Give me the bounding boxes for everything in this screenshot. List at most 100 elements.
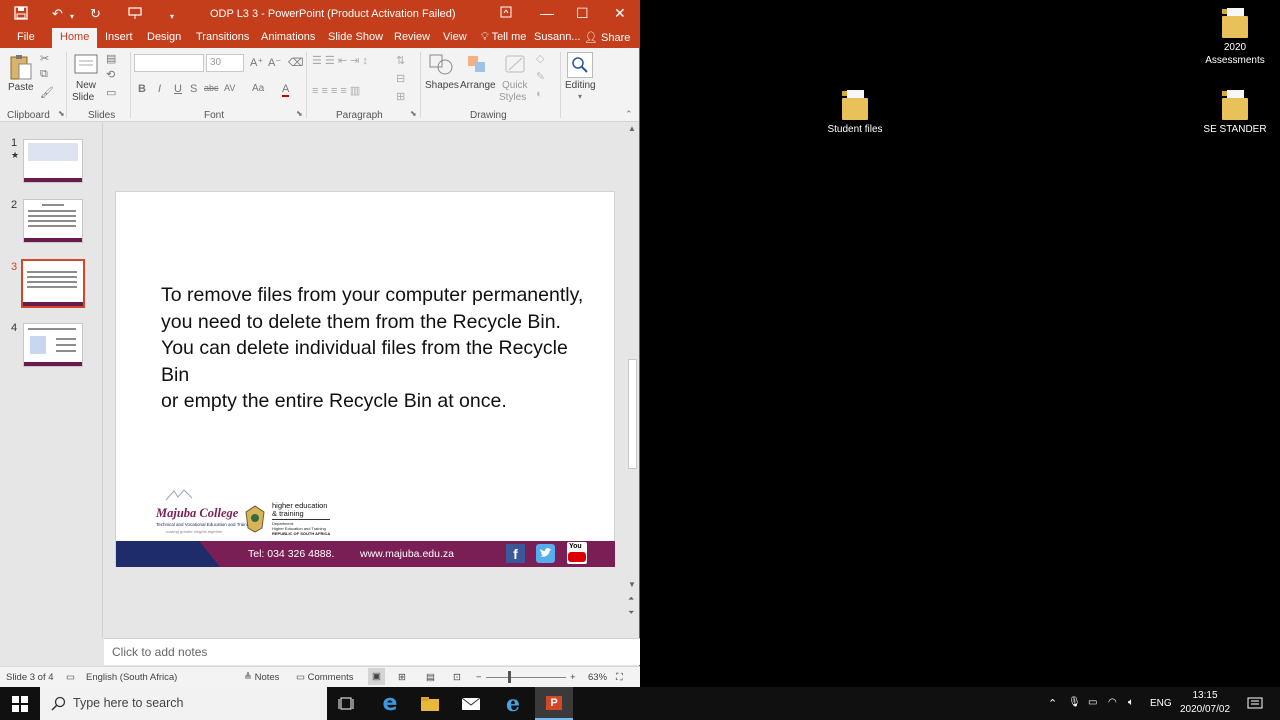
- start-button[interactable]: [0, 687, 40, 720]
- shape-outline-icon[interactable]: ✎: [536, 70, 545, 83]
- paste-icon[interactable]: [8, 54, 34, 80]
- tab-slide-show[interactable]: Slide Show: [328, 31, 383, 43]
- font-name-input[interactable]: [134, 54, 204, 72]
- clipboard-launcher-icon[interactable]: ⬊: [58, 109, 65, 118]
- tab-transitions[interactable]: Transitions: [196, 31, 249, 43]
- shadow-button[interactable]: S: [190, 83, 197, 95]
- notes-pane[interactable]: Click to add notes: [104, 638, 640, 665]
- clear-format-icon[interactable]: ⌫: [288, 56, 304, 69]
- quick-styles-label-1[interactable]: Quick: [502, 80, 528, 91]
- zoom-slider-thumb[interactable]: [508, 671, 511, 683]
- user-name[interactable]: Susann...: [534, 31, 580, 43]
- presenter-icon[interactable]: [128, 6, 142, 24]
- new-slide-icon[interactable]: [73, 53, 99, 79]
- volume-icon[interactable]: 🔈︎: [1128, 697, 1134, 708]
- reading-view-icon[interactable]: ▤: [426, 672, 435, 683]
- tab-design[interactable]: Design: [147, 31, 181, 43]
- undo-dropdown-icon[interactable]: ▾: [70, 9, 74, 25]
- slideshow-icon[interactable]: ⊡: [453, 672, 461, 683]
- align-icons[interactable]: ≡ ≡ ≡ ≡ ▥: [312, 84, 360, 97]
- align-text-icon[interactable]: ⊟: [396, 72, 405, 85]
- fit-slide-icon[interactable]: ⛶: [616, 672, 623, 683]
- comments-button[interactable]: ▭ Comments: [296, 672, 354, 683]
- previous-slide-icon[interactable]: ⏶: [628, 594, 634, 604]
- font-size-input[interactable]: 30: [206, 54, 244, 72]
- save-icon[interactable]: [14, 6, 28, 24]
- scroll-thumb[interactable]: [628, 359, 637, 469]
- show-hidden-icons[interactable]: ⌃: [1048, 697, 1057, 710]
- tab-file[interactable]: File: [17, 31, 35, 43]
- notes-button[interactable]: ≜ Notes: [244, 672, 279, 683]
- current-slide[interactable]: To remove files from your computer perma…: [115, 191, 615, 567]
- shrink-font-icon[interactable]: A⁻: [268, 56, 281, 69]
- bold-button[interactable]: B: [138, 83, 146, 95]
- grow-font-icon[interactable]: A⁺: [250, 56, 263, 69]
- tab-review[interactable]: Review: [394, 31, 430, 43]
- normal-view-icon[interactable]: ▣: [368, 668, 385, 685]
- share-button[interactable]: 👤︎ Share: [584, 31, 630, 44]
- underline-button[interactable]: U: [174, 83, 182, 95]
- notification-icon[interactable]: [1238, 687, 1272, 720]
- battery-icon[interactable]: ▭: [1088, 697, 1097, 708]
- taskbar-search[interactable]: Type here to search: [40, 687, 327, 720]
- next-slide-icon[interactable]: ⏷: [628, 608, 634, 618]
- new-slide-label-1[interactable]: New: [76, 80, 96, 91]
- zoom-slider-track[interactable]: [486, 677, 566, 678]
- new-slide-label-2[interactable]: Slide: [72, 92, 94, 103]
- close-icon[interactable]: ✕: [614, 5, 626, 22]
- text-direction-icon[interactable]: ⇅: [396, 54, 405, 67]
- italic-button[interactable]: I: [158, 83, 161, 95]
- minimize-icon[interactable]: —: [540, 5, 554, 21]
- editing-icon[interactable]: [567, 52, 593, 78]
- microphone-icon[interactable]: 🎙︎: [1068, 697, 1081, 708]
- format-painter-icon[interactable]: 🖌︎: [40, 86, 54, 99]
- clock[interactable]: 13:15 2020/07/02: [1178, 689, 1232, 717]
- shape-fill-icon[interactable]: ◇: [536, 52, 544, 65]
- slide-sorter-icon[interactable]: ⊞: [398, 672, 406, 683]
- edge-icon[interactable]: e: [373, 687, 407, 720]
- scroll-down-icon[interactable]: ▼: [628, 580, 636, 589]
- section-icon[interactable]: ▭: [106, 86, 116, 99]
- shapes-label[interactable]: Shapes: [425, 80, 459, 91]
- file-explorer-icon[interactable]: [413, 687, 447, 720]
- shapes-icon[interactable]: [428, 53, 454, 79]
- scroll-up-icon[interactable]: ▲: [628, 124, 636, 133]
- collapse-ribbon-icon[interactable]: ⌃: [625, 109, 633, 120]
- wifi-icon[interactable]: ◠: [1108, 697, 1117, 708]
- spacing-button[interactable]: AV: [224, 83, 235, 93]
- strikethrough-button[interactable]: abc: [204, 83, 219, 93]
- tab-animations[interactable]: Animations: [261, 31, 315, 43]
- font-launcher-icon[interactable]: ⬊: [296, 109, 303, 118]
- tab-view[interactable]: View: [443, 31, 467, 43]
- vertical-scrollbar[interactable]: ▲ ▼ ⏶ ⏷: [626, 123, 639, 638]
- customize-toolbar-icon[interactable]: ▾: [170, 9, 174, 25]
- desktop-folder-student-files[interactable]: Student files: [815, 90, 895, 136]
- desktop-folder-se-stander[interactable]: SE STANDER: [1196, 90, 1274, 136]
- language-indicator[interactable]: English (South Africa): [86, 672, 177, 683]
- reset-icon[interactable]: ⟲: [106, 68, 115, 81]
- slide-thumbnail-3[interactable]: [21, 259, 85, 308]
- smartart-icon[interactable]: ⊞: [396, 90, 405, 103]
- font-color-button[interactable]: A: [282, 83, 290, 97]
- cut-icon[interactable]: ✂: [40, 52, 49, 65]
- slide-thumbnail-4[interactable]: [23, 323, 83, 367]
- mail-icon[interactable]: [454, 687, 488, 720]
- maximize-icon[interactable]: ☐: [576, 5, 589, 22]
- undo-icon[interactable]: ↶: [52, 6, 63, 22]
- zoom-level[interactable]: 63%: [588, 672, 607, 683]
- tell-me-box[interactable]: 💡︎ Tell me: [481, 31, 526, 44]
- quick-styles-label-2[interactable]: Styles: [499, 92, 526, 103]
- copy-icon[interactable]: ⧉: [40, 68, 48, 81]
- bullets-icon[interactable]: ☰ ☰ ⇤ ⇥ ↕: [312, 54, 368, 67]
- arrange-icon[interactable]: [465, 53, 491, 79]
- shape-effects-icon[interactable]: ◐: [536, 88, 543, 100]
- slide-thumbnail-1[interactable]: [23, 139, 83, 183]
- tab-home[interactable]: Home: [52, 28, 98, 48]
- layout-icon[interactable]: ▤: [106, 52, 116, 65]
- powerpoint-taskbar-icon[interactable]: P: [535, 687, 573, 720]
- change-case-button[interactable]: Aa: [252, 83, 264, 94]
- slide-thumbnail-2[interactable]: [23, 199, 83, 243]
- arrange-label[interactable]: Arrange: [460, 80, 496, 91]
- slide-body-text[interactable]: To remove files from your computer perma…: [161, 282, 601, 415]
- tab-insert[interactable]: Insert: [105, 31, 133, 43]
